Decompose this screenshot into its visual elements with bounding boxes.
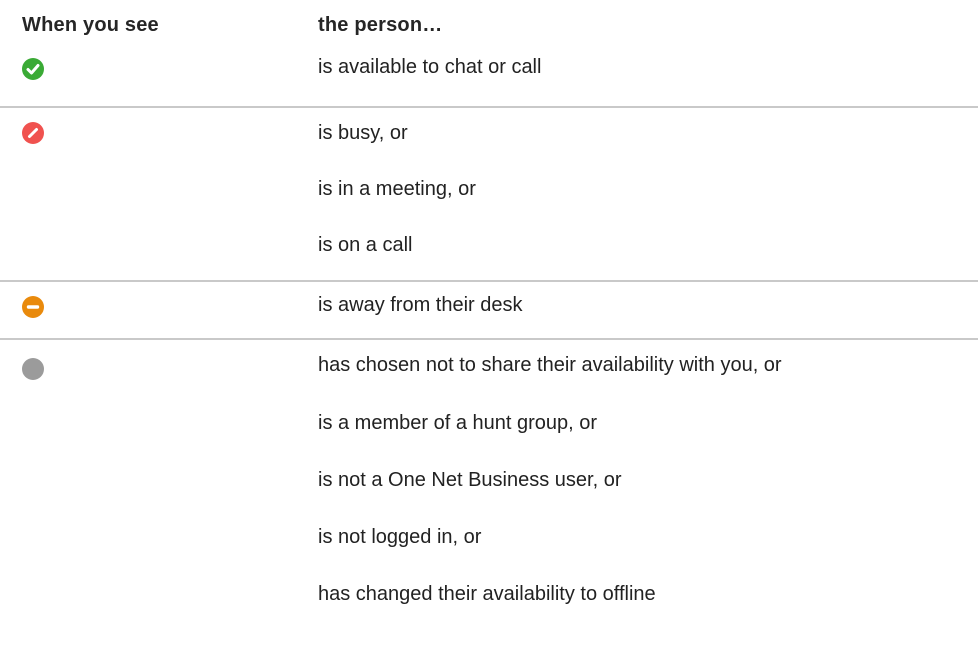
status-description: is not a One Net Business user, or [318, 469, 622, 491]
offline-icon [22, 358, 44, 380]
table-row-away: is away from their desk [0, 282, 978, 340]
availability-table: When you see the person… is available to… [0, 0, 978, 662]
status-description: is a member of a hunt group, or [318, 412, 598, 434]
status-description: has chosen not to share their availabili… [318, 354, 782, 376]
header-the-person: the person… [318, 14, 443, 36]
table-header: When you see the person… [0, 0, 978, 44]
status-description: is on a call [318, 234, 413, 256]
table-row-available: is available to chat or call [0, 44, 978, 108]
status-description: is busy, or [318, 122, 408, 144]
status-description: is available to chat or call [318, 56, 542, 78]
table-row-busy: is busy, or is in a meeting, or is on a … [0, 108, 978, 282]
busy-icon [22, 122, 44, 144]
table-row-offline: has chosen not to share their availabili… [0, 340, 978, 662]
header-when-you-see: When you see [22, 14, 159, 36]
away-icon [22, 296, 44, 318]
status-description: is away from their desk [318, 294, 523, 316]
available-check-icon [22, 58, 44, 80]
status-description: is not logged in, or [318, 526, 482, 548]
status-description: has changed their availability to offlin… [318, 583, 656, 605]
status-description: is in a meeting, or [318, 178, 476, 200]
